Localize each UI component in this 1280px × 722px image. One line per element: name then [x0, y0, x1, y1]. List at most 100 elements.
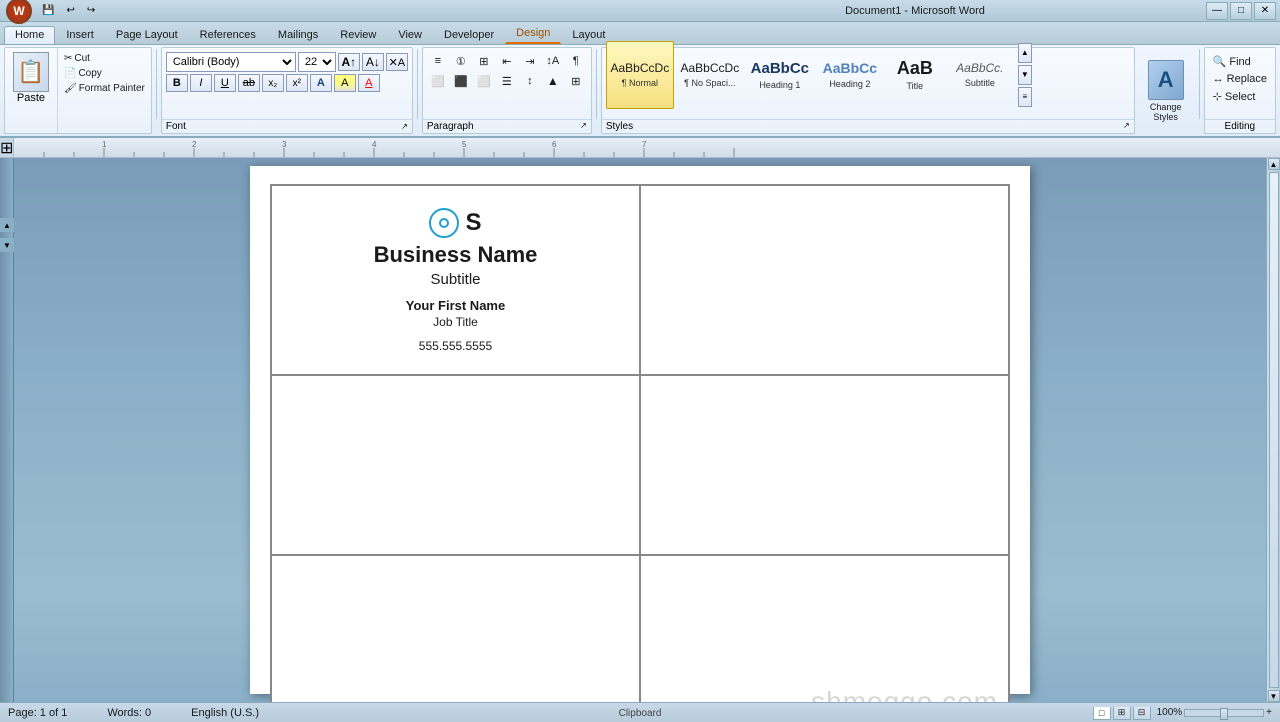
svg-text:7: 7 [642, 140, 647, 149]
scroll-thumb[interactable] [1269, 172, 1279, 688]
office-button[interactable]: W [6, 0, 32, 24]
card-name: Your First Name [406, 298, 505, 313]
font-grow-button[interactable]: A↑ [338, 53, 360, 71]
align-right-button[interactable]: ⬜ [473, 72, 495, 90]
card-job-title: Job Title [433, 315, 478, 329]
shading-button[interactable]: ▲ [542, 72, 564, 90]
multilevel-list-button[interactable]: ⊞ [473, 52, 495, 70]
sort-button[interactable]: ↕A [542, 52, 564, 70]
tab-insert[interactable]: Insert [55, 26, 105, 44]
underline-button[interactable]: U [214, 74, 236, 92]
prev-page-button[interactable]: ▲ [0, 218, 14, 232]
card-cell-3-2: shmoggo.com [640, 555, 1009, 702]
ruler-marks: 1 2 3 4 5 6 [14, 138, 1280, 157]
title-bar: W 💾 ↩ ↪ Document1 - Microsoft Word — □ ✕ [0, 0, 1280, 22]
card-business-name: Business Name [374, 242, 538, 268]
show-marks-button[interactable]: ¶ [565, 52, 587, 70]
styles-expand[interactable]: ≡ [1018, 87, 1032, 107]
scrollbar-vertical[interactable]: ▲ ▼ [1266, 158, 1280, 702]
line-spacing-button[interactable]: ↕ [519, 72, 541, 90]
window-title: Document1 - Microsoft Word [624, 5, 1206, 17]
increase-indent-button[interactable]: ⇥ [519, 52, 541, 70]
scroll-up-button[interactable]: ▲ [1268, 158, 1280, 170]
window-controls: — □ ✕ [1206, 2, 1276, 20]
subscript-button[interactable]: x₂ [262, 74, 284, 92]
close-button[interactable]: ✕ [1254, 2, 1276, 20]
styles-label: Styles ↗ [602, 119, 1134, 133]
style-heading1[interactable]: AaBbCc Heading 1 [746, 41, 814, 109]
paste-button[interactable]: 📋 Paste [9, 50, 53, 106]
bullets-button[interactable]: ≡ [427, 52, 449, 70]
card-logo-letter: S [465, 209, 481, 237]
text-effects-button[interactable]: A [310, 74, 332, 92]
font-family-select[interactable]: Calibri (Body) [166, 52, 296, 72]
redo-button[interactable]: ↪ [83, 2, 99, 20]
card-cell-2-1 [271, 375, 640, 555]
tab-mailings[interactable]: Mailings [267, 26, 329, 44]
style-no-spacing[interactable]: AaBbCcDc ¶ No Spaci... [676, 41, 744, 109]
style-normal[interactable]: AaBbCcDc ¶ Normal [606, 41, 674, 109]
copy-button[interactable]: 📄 Copy [60, 67, 149, 80]
superscript-button[interactable]: x² [286, 74, 308, 92]
paragraph-group: ≡ ① ⊞ ⇤ ⇥ ↕A ¶ ⬜ ⬛ ⬜ ☰ ↕ ▲ [422, 47, 592, 134]
svg-text:5: 5 [462, 140, 467, 149]
document-page: S Business Name Subtitle Your First Name… [250, 166, 1030, 694]
svg-text:4: 4 [372, 140, 377, 149]
find-button[interactable]: 🔍 Find [1209, 54, 1271, 69]
tab-review[interactable]: Review [329, 26, 387, 44]
style-subtitle[interactable]: AaBbCc. Subtitle [946, 41, 1014, 109]
tab-page-layout[interactable]: Page Layout [105, 26, 189, 44]
minimize-button[interactable]: — [1206, 2, 1228, 20]
style-heading2[interactable]: AaBbCc Heading 2 [816, 41, 884, 109]
tab-view[interactable]: View [387, 26, 433, 44]
highlight-button[interactable]: A [334, 74, 356, 92]
tab-developer[interactable]: Developer [433, 26, 505, 44]
ribbon: Home Insert Page Layout References Maili… [0, 22, 1280, 138]
align-center-button[interactable]: ⬛ [450, 72, 472, 90]
card-phone: 555.555.5555 [419, 339, 492, 353]
font-color-button[interactable]: A [358, 74, 380, 92]
cut-button[interactable]: ✂ Cut [60, 52, 149, 65]
paragraph-label: Paragraph ↗ [423, 119, 591, 133]
save-button[interactable]: 💾 [38, 2, 58, 20]
styles-group: AaBbCcDc ¶ Normal AaBbCcDc ¶ No Spaci...… [601, 47, 1135, 134]
zoom-slider[interactable] [1184, 709, 1264, 717]
font-shrink-button[interactable]: A↓ [362, 53, 384, 71]
select-button[interactable]: ⊹ Select [1209, 89, 1271, 104]
next-page-button[interactable]: ▼ [0, 238, 14, 252]
decrease-indent-button[interactable]: ⇤ [496, 52, 518, 70]
change-styles-label: ChangeStyles [1150, 102, 1182, 122]
font-size-select[interactable]: 22 [298, 52, 336, 72]
maximize-button[interactable]: □ [1230, 2, 1252, 20]
card-main: S Business Name Subtitle Your First Name… [271, 185, 640, 375]
clear-formatting-button[interactable]: ✕A [386, 53, 408, 71]
main-area: ▲ ▼ S [0, 158, 1280, 702]
watermark: shmoggo.com [811, 686, 998, 702]
styles-scroll-down[interactable]: ▼ [1018, 65, 1032, 85]
justify-button[interactable]: ☰ [496, 72, 518, 90]
numbering-button[interactable]: ① [450, 52, 472, 70]
tab-design[interactable]: Design [505, 24, 561, 44]
quick-access-toolbar: 💾 ↩ ↪ [34, 0, 624, 22]
styles-scroll-up[interactable]: ▲ [1018, 43, 1032, 63]
left-border: ▲ ▼ [0, 158, 14, 702]
clipboard-group: 📋 Paste ✂ Cut 📄 Copy 🖌 Format Painter Cl… [4, 47, 152, 134]
style-title[interactable]: AaB Title [886, 41, 944, 109]
strikethrough-button[interactable]: ab [238, 74, 260, 92]
editing-group: 🔍 Find ↔ Replace ⊹ Select Editing [1204, 47, 1276, 134]
bold-button[interactable]: B [166, 74, 188, 92]
undo-button[interactable]: ↩ [62, 2, 78, 20]
borders-button[interactable]: ⊞ [565, 72, 587, 90]
italic-button[interactable]: I [190, 74, 212, 92]
change-styles-button[interactable]: A ChangeStyles [1137, 47, 1195, 134]
clipboard-label: Clipboard [0, 706, 1280, 720]
align-left-button[interactable]: ⬜ [427, 72, 449, 90]
tab-references[interactable]: References [189, 26, 267, 44]
format-painter-button[interactable]: 🖌 Format Painter [60, 82, 149, 95]
scroll-down-button[interactable]: ▼ [1268, 690, 1280, 702]
tab-home[interactable]: Home [4, 26, 55, 44]
card-grid: S Business Name Subtitle Your First Name… [270, 184, 1010, 702]
replace-button[interactable]: ↔ Replace [1209, 72, 1271, 86]
card-subtitle: Subtitle [430, 271, 480, 288]
ruler-corner: ⊞ [0, 138, 14, 157]
